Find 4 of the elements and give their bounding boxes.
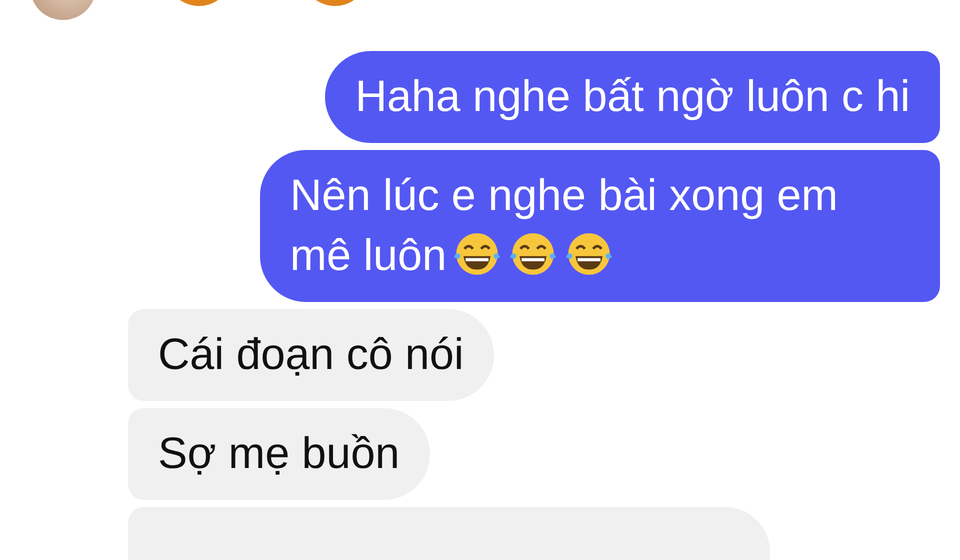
- message-bubble: Sợ mẹ buồn: [128, 408, 430, 500]
- message-bubble: Nên lúc e nghe bài xong em mê luôn: [260, 150, 940, 302]
- message-bubble: Cái đoạn cô nói: [128, 309, 494, 401]
- message-bubble: Haha nghe bất ngờ luôn c hi: [325, 51, 940, 143]
